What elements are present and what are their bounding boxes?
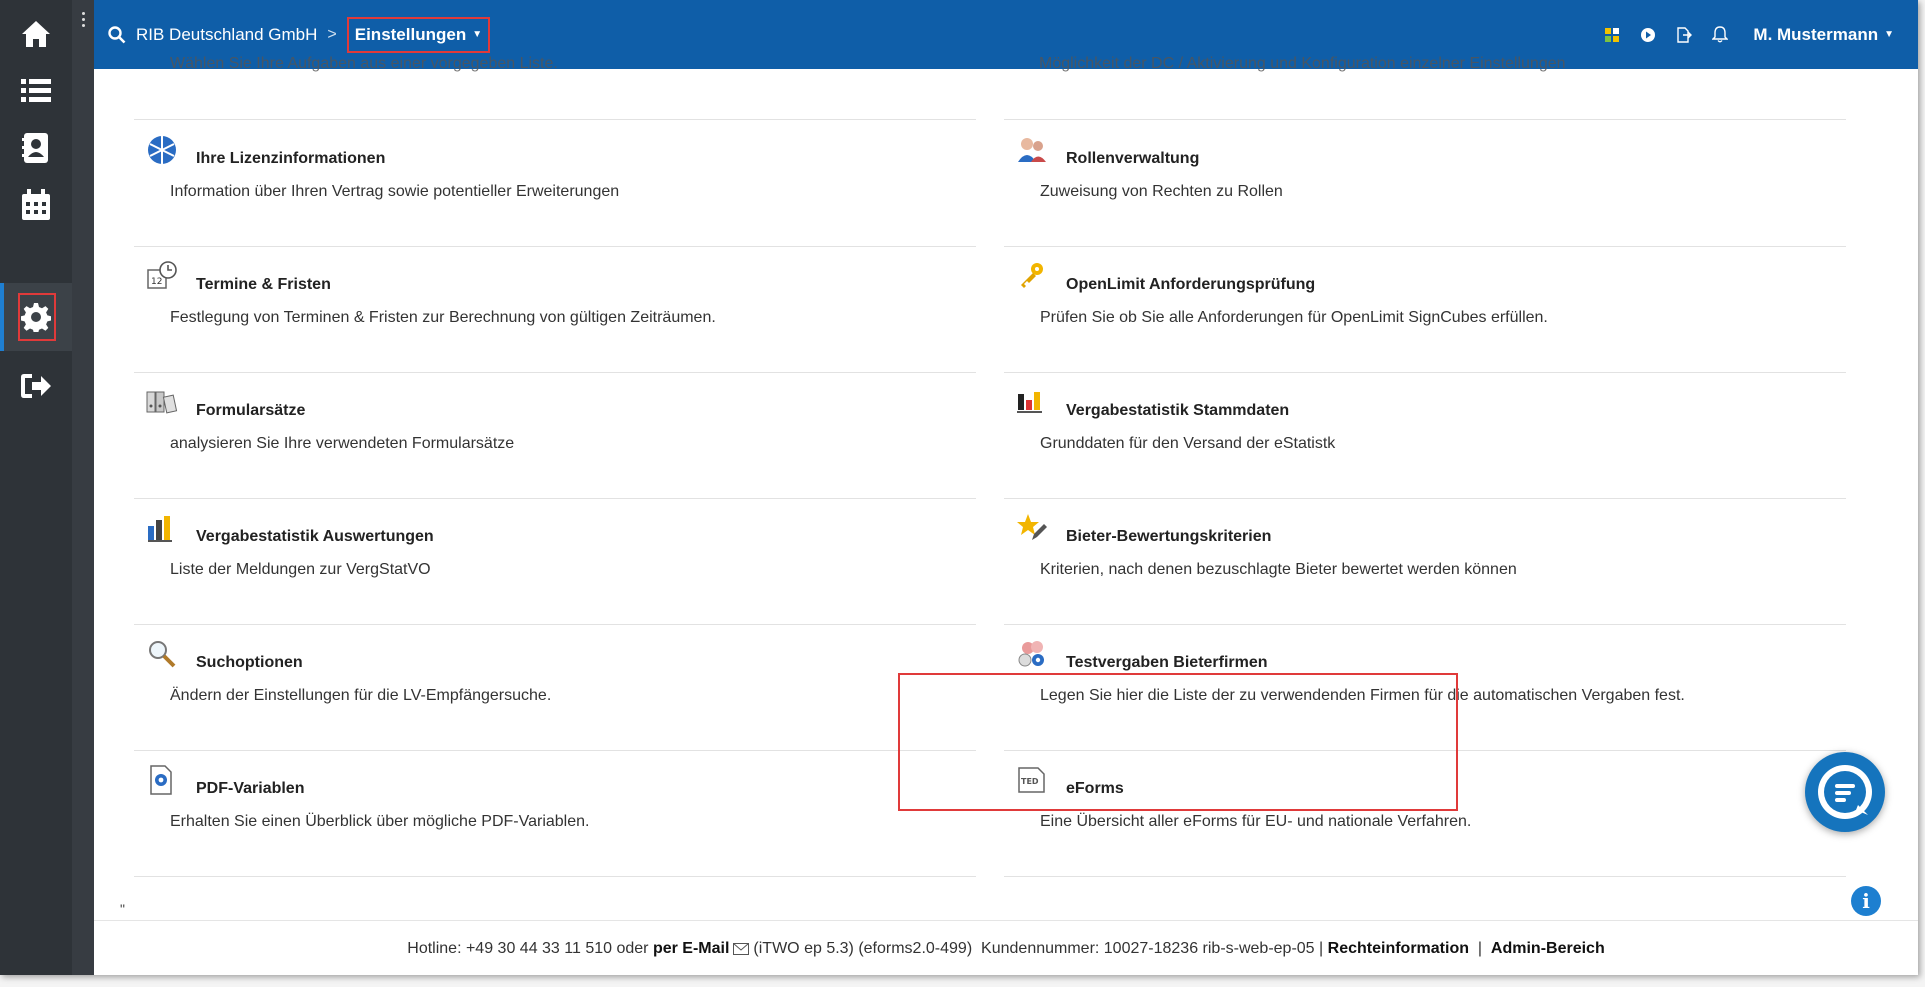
- card-title: Termine & Fristen: [196, 276, 331, 293]
- document-gear-icon: [150, 765, 172, 795]
- settings-card-lizenz[interactable]: Ihre Lizenzinformationen Information übe…: [134, 120, 976, 247]
- settings-card-rollenverwaltung[interactable]: Rollenverwaltung Zuweisung von Rechten z…: [1004, 120, 1846, 247]
- logout-nav[interactable]: [0, 352, 72, 420]
- settings-nav[interactable]: [0, 283, 72, 351]
- statistics-icon: [148, 516, 172, 542]
- document-exit-icon: [1677, 26, 1693, 43]
- company-settings-icon: [1018, 641, 1044, 667]
- settings-card-openlimit[interactable]: OpenLimit Anforderungsprüfung Prüfen Sie…: [1004, 246, 1846, 373]
- settings-card-suchoptionen[interactable]: Suchoptionen Ändern der Einstellungen fü…: [134, 624, 976, 751]
- chevron-down-icon: ▼: [472, 29, 483, 40]
- card-description: Zuweisung von Rechten zu Rollen: [1040, 183, 1283, 200]
- signout-doc-button[interactable]: [1673, 24, 1695, 46]
- license-icon: [148, 136, 176, 164]
- search-button[interactable]: [108, 25, 126, 44]
- card-description: Prüfen Sie ob Sie alle Anforderungen für…: [1040, 309, 1548, 326]
- home-icon: [22, 21, 50, 47]
- address-book-icon: [22, 133, 48, 163]
- bell-icon: [1712, 26, 1729, 43]
- card-description: Ändern der Einstellungen für die LV-Empf…: [170, 687, 552, 704]
- breadcrumb-separator: >: [327, 25, 337, 43]
- users-roles-icon: [1018, 138, 1046, 162]
- settings-card-formularsaetze[interactable]: Formularsätze analysieren Sie Ihre verwe…: [134, 372, 976, 499]
- user-name: M. Mustermann: [1753, 24, 1879, 44]
- breadcrumb-einstellungen[interactable]: Einstellungen ▼: [346, 16, 491, 53]
- card-description: Kriterien, nach denen bezuschlagte Biete…: [1040, 561, 1517, 578]
- card-title: Rollenverwaltung: [1066, 150, 1200, 167]
- magnifier-icon: [149, 641, 176, 668]
- card-description: Erhalten Sie einen Überblick über möglic…: [170, 813, 590, 830]
- colored-squares-icon: [1605, 27, 1620, 42]
- eforms-highlight: [898, 673, 1458, 811]
- breadcrumb-label: Einstellungen: [354, 24, 467, 44]
- overflow-text-left: Wählen Sie Ihre Aufgaben aus einer vorge…: [170, 55, 558, 72]
- play-button[interactable]: [1637, 24, 1659, 46]
- app-window: RIB Deutschland GmbH > Einstellungen ▼ M…: [0, 0, 1918, 975]
- chat-button[interactable]: [1805, 752, 1885, 832]
- settings-card-termine[interactable]: 12 Termine & Fristen Festlegung von Term…: [134, 246, 976, 373]
- settings-card-bieter-bewertung[interactable]: Bieter-Bewertungskriterien Kriterien, na…: [1004, 498, 1846, 625]
- more-menu-icon[interactable]: [82, 12, 86, 30]
- settings-card-vergabestatistik-stammdaten[interactable]: Vergabestatistik Stammdaten Grunddaten f…: [1004, 372, 1846, 499]
- binders-icon: [146, 391, 178, 414]
- key-icon: [1021, 263, 1043, 288]
- calendar-nav[interactable]: [0, 171, 72, 239]
- card-description: Liste der Meldungen zur VergStatVO: [170, 561, 431, 578]
- settings-card-pdf-variablen[interactable]: PDF-Variablen Erhalten Sie einen Überbli…: [134, 750, 976, 877]
- email-link[interactable]: per E-Mail: [653, 940, 729, 958]
- list-icon: [21, 79, 51, 102]
- card-title: Vergabestatistik Auswertungen: [196, 528, 434, 545]
- card-title: Vergabestatistik Stammdaten: [1066, 402, 1290, 419]
- stray-quote: ": [120, 901, 125, 917]
- play-circle-icon: [1641, 27, 1656, 42]
- footer-customer: Kundennummer: 10027-18236 rib-s-web-ep-0…: [981, 939, 1324, 957]
- card-description: Information über Ihren Vertrag sowie pot…: [170, 183, 620, 200]
- svg-text:12: 12: [151, 277, 162, 287]
- card-title: Bieter-Bewertungskriterien: [1066, 528, 1272, 545]
- rechteinformation-link[interactable]: Rechteinformation: [1328, 940, 1469, 958]
- footer-version: (iTWO ep 5.3) (eforms2.0-499): [753, 939, 973, 957]
- notifications-button[interactable]: [1709, 24, 1731, 46]
- card-description: Eine Übersicht aller eForms für EU- und …: [1040, 813, 1472, 830]
- card-title: Formularsätze: [196, 402, 306, 419]
- info-icon: i: [1862, 889, 1870, 913]
- apps-button[interactable]: [1601, 24, 1623, 46]
- user-menu[interactable]: M. Mustermann ▼: [1753, 25, 1894, 45]
- footer-hotline: Hotline: +49 30 44 33 11 510 oder: [407, 939, 649, 957]
- card-title: OpenLimit Anforderungsprüfung: [1066, 276, 1316, 293]
- card-description: Festlegung von Terminen & Fristen zur Be…: [170, 309, 716, 326]
- sidebar-toggle-strip[interactable]: [72, 0, 94, 975]
- star-pencil-icon: [1017, 514, 1047, 540]
- card-title: Suchoptionen: [196, 654, 303, 671]
- card-description: Grunddaten für den Versand der eStatistk: [1040, 435, 1336, 452]
- chat-bubble-icon: [1818, 765, 1872, 819]
- card-title: PDF-Variablen: [196, 780, 305, 797]
- calendar-icon: [22, 189, 50, 220]
- card-description: analysieren Sie Ihre verwendeten Formula…: [170, 435, 515, 452]
- settings-card-vergabestatistik-auswertungen[interactable]: Vergabestatistik Auswertungen Liste der …: [134, 498, 976, 625]
- active-highlight: [18, 293, 56, 341]
- footer-pipe: |: [1477, 939, 1483, 957]
- chevron-down-icon: ▼: [1884, 29, 1894, 40]
- search-icon: [108, 25, 126, 43]
- calendar-clock-icon: 12: [147, 261, 177, 289]
- info-button[interactable]: i: [1851, 886, 1881, 916]
- logout-icon: [21, 374, 51, 398]
- card-title: Testvergaben Bieterfirmen: [1066, 654, 1268, 671]
- card-title: Ihre Lizenzinformationen: [196, 150, 386, 167]
- admin-bereich-link[interactable]: Admin-Bereich: [1491, 940, 1605, 958]
- bar-chart-icon: [1017, 392, 1042, 413]
- company-name[interactable]: RIB Deutschland GmbH: [136, 25, 317, 45]
- envelope-icon[interactable]: [733, 942, 750, 955]
- overflow-text-right: Möglichkeit der DC / Aktivierung und Kon…: [1039, 55, 1566, 72]
- footer: Hotline: +49 30 44 33 11 510 oder per E-…: [94, 920, 1918, 975]
- sidebar: [0, 0, 72, 975]
- header-actions: M. Mustermann ▼: [1587, 24, 1894, 46]
